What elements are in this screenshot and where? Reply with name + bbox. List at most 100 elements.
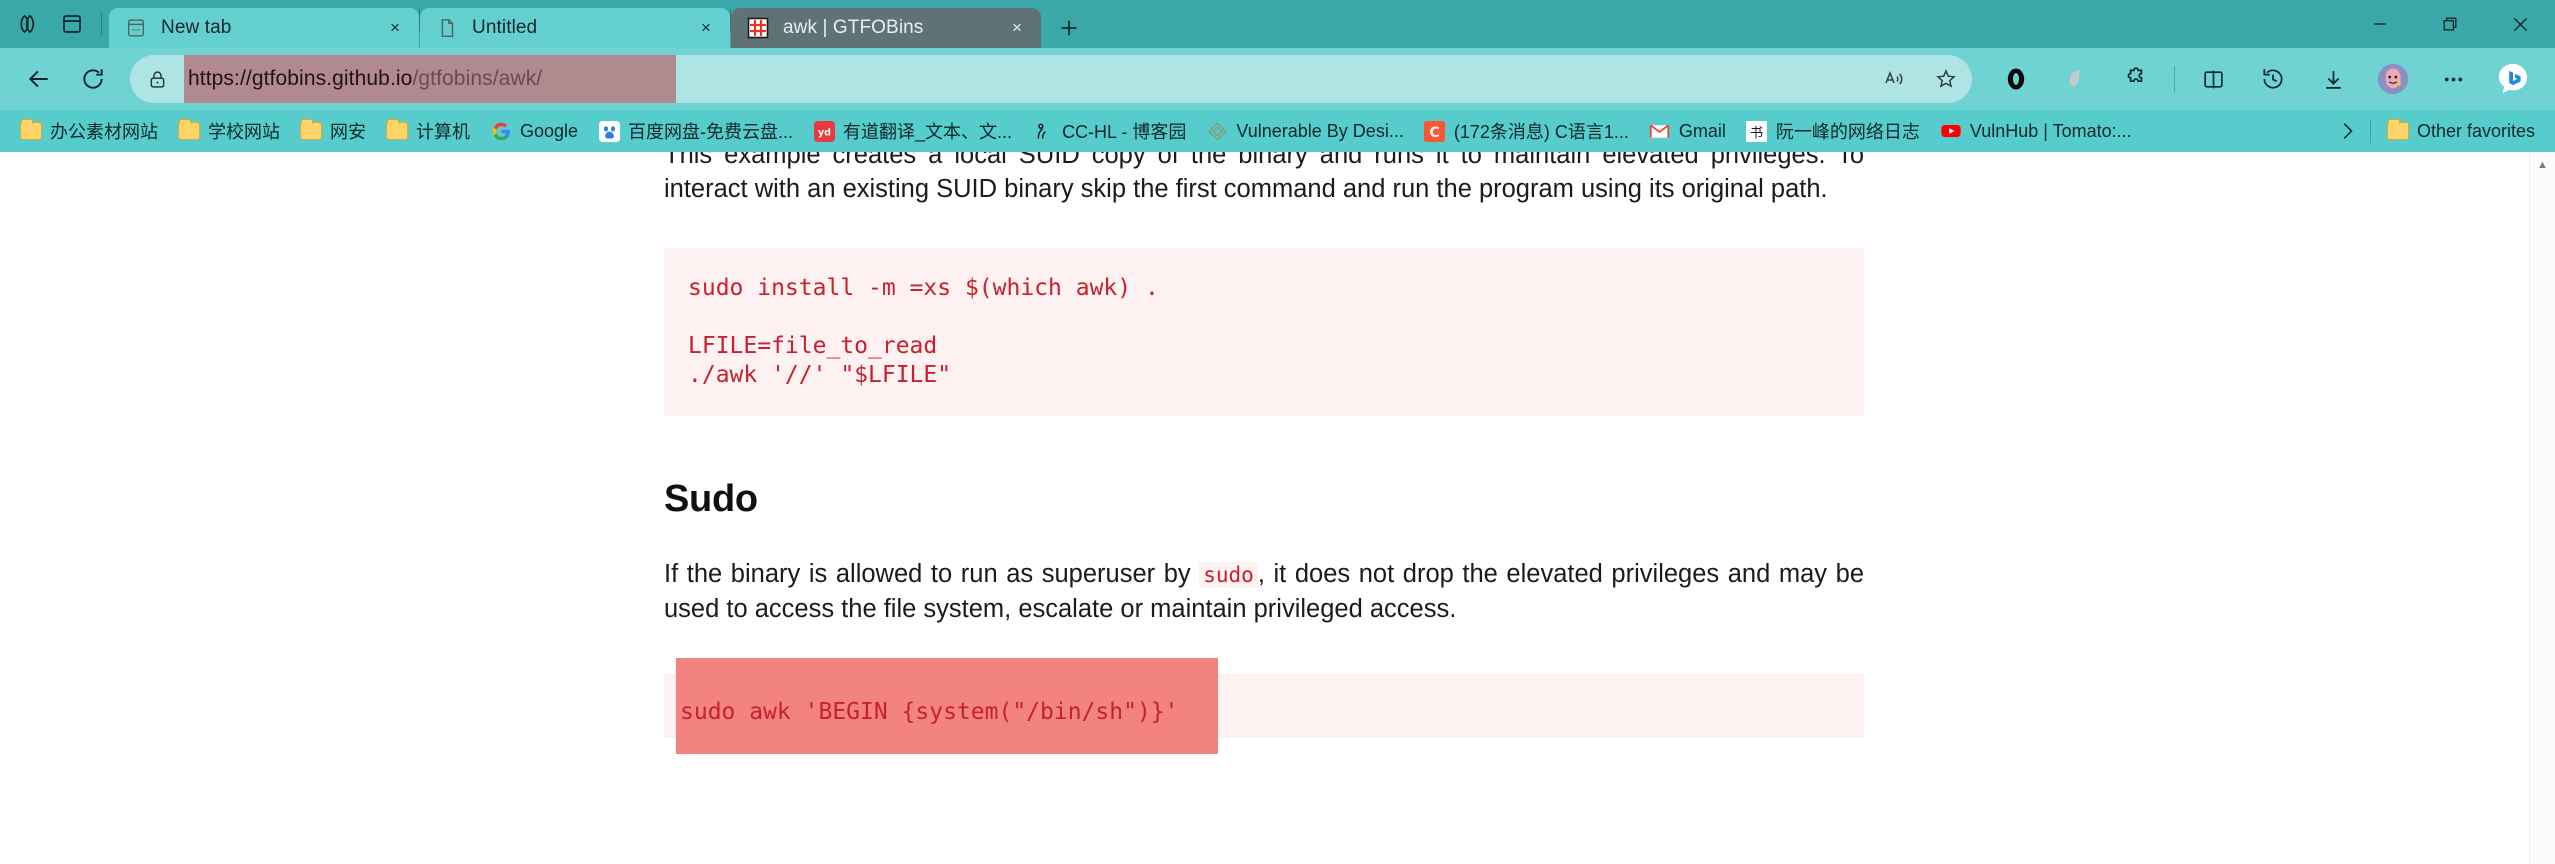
bookmarks-bar: 办公素材网站 学校网站 网安 计算机 Google 百度网盘-免费云盘... y… xyxy=(0,110,2555,152)
bookmark-label: 阮一峰的网络日志 xyxy=(1775,122,1920,142)
bookmark-label: Gmail xyxy=(1678,120,1726,141)
history-icon[interactable] xyxy=(2245,53,2301,105)
toolbar-divider xyxy=(2174,66,2175,92)
new-tab-button[interactable] xyxy=(1047,8,1091,48)
folder-icon xyxy=(386,119,408,142)
tab-collections-icon[interactable] xyxy=(10,5,50,43)
suid-paragraph: This example creates a local SUID copy o… xyxy=(664,152,1864,203)
google-icon xyxy=(490,120,512,142)
web-page-content: This example creates a local SUID copy o… xyxy=(0,152,2555,754)
split-screen-icon[interactable] xyxy=(2185,53,2241,105)
read-aloud-icon[interactable] xyxy=(1868,55,1920,103)
bookmark-item[interactable]: yd 有道翻译_文本、文... xyxy=(803,114,1022,148)
bookmark-label: 百度网盘-免费云盘... xyxy=(628,122,794,142)
url-domain: gtfobins.github.io xyxy=(251,67,413,90)
tab-title: awk | GTFOBins xyxy=(783,17,924,38)
sudo-heading: Sudo xyxy=(664,478,758,520)
tab-awk-gtfobins[interactable]: awk | GTFOBins × xyxy=(731,8,1041,48)
suid-code-block[interactable]: sudo install -m =xs $(which awk) . LFILE… xyxy=(664,248,1864,416)
csdn-icon: C xyxy=(1424,120,1446,142)
sudo-paragraph-text-1: If the binary is allowed to run as super… xyxy=(664,560,1200,588)
close-icon[interactable] xyxy=(2485,0,2555,48)
copilot-bing-icon[interactable] xyxy=(2485,53,2541,105)
baidu-pan-icon xyxy=(598,120,620,142)
tab-title: New tab xyxy=(161,17,232,38)
bookmark-label: 网安 xyxy=(330,122,366,142)
page-viewport: This example creates a local SUID copy o… xyxy=(0,152,2555,864)
bookmark-item[interactable]: Vulnerable By Desi... xyxy=(1196,114,1413,148)
bookmarks-divider xyxy=(2369,119,2371,143)
ruanyifeng-icon: 书 xyxy=(1746,120,1768,142)
bookmark-item[interactable]: 书 阮一峰的网络日志 xyxy=(1736,114,1930,148)
tab-new-tab[interactable]: New tab × xyxy=(109,8,419,48)
tab-untitled[interactable]: Untitled × xyxy=(420,8,730,48)
bookmark-item[interactable]: 计算机 xyxy=(376,114,480,148)
svg-text:yd: yd xyxy=(817,127,830,138)
minimize-icon[interactable] xyxy=(2345,0,2415,48)
folder-icon xyxy=(300,119,322,142)
gtfobins-hash-icon xyxy=(745,15,771,41)
svg-text:书: 书 xyxy=(1750,124,1763,140)
split-pane-icon[interactable] xyxy=(52,5,92,43)
bookmark-item[interactable]: 学校网站 xyxy=(168,114,290,148)
restore-icon[interactable] xyxy=(2415,0,2485,48)
bookmark-item[interactable]: 办公素材网站 xyxy=(10,114,168,148)
content-column: This example creates a local SUID copy o… xyxy=(664,152,1864,754)
downloads-icon[interactable] xyxy=(2305,53,2361,105)
bookmark-item[interactable]: 百度网盘-免费云盘... xyxy=(588,114,803,148)
address-bar[interactable]: https://gtfobins.github.io/gtfobins/awk/ xyxy=(130,55,1972,103)
bookmark-item[interactable]: Gmail xyxy=(1639,114,1736,148)
tabstrip-divider xyxy=(101,13,102,35)
lock-icon[interactable] xyxy=(130,55,184,103)
tab-strip: New tab × Untitled × awk | GTFOBins × xyxy=(0,0,2555,48)
vulnhub-diamond-icon xyxy=(1206,120,1228,142)
folder-icon xyxy=(20,119,42,142)
bookmark-item[interactable]: VulnHub | Tomato:... xyxy=(1930,114,2142,148)
sudo-code-block[interactable]: sudo awk 'BEGIN {system("/bin/sh")}' xyxy=(664,658,1864,754)
tab-strip-left-controls xyxy=(0,0,109,48)
bookmark-label: VulnHub | Tomato:... xyxy=(1969,120,2132,141)
address-bar-url[interactable]: https://gtfobins.github.io/gtfobins/awk/ xyxy=(184,55,676,103)
tab-close-icon[interactable]: × xyxy=(692,14,720,42)
inline-code-sudo: sudo xyxy=(1199,562,1258,588)
scrollbar-up-arrow[interactable]: ▲ xyxy=(2530,152,2555,178)
youdao-icon: yd xyxy=(813,120,835,142)
youtube-icon xyxy=(1940,120,1962,142)
reload-icon[interactable] xyxy=(68,54,118,104)
new-tab-page-icon xyxy=(123,15,149,41)
other-favorites-button[interactable]: Other favorites xyxy=(2377,114,2545,148)
sudo-paragraph: If the binary is allowed to run as super… xyxy=(664,557,1864,626)
tab-title: Untitled xyxy=(472,17,538,38)
other-favorites-label: Other favorites xyxy=(2416,120,2535,141)
tab-list: New tab × Untitled × awk | GTFOBins × xyxy=(109,0,1091,48)
more-options-icon[interactable] xyxy=(2425,53,2481,105)
opera-extension-icon[interactable] xyxy=(1988,53,2044,105)
leaf-extension-icon[interactable] xyxy=(2048,53,2104,105)
cnblogs-icon xyxy=(1032,120,1054,142)
bookmark-item[interactable]: Google xyxy=(480,114,588,148)
bookmark-label: 计算机 xyxy=(416,122,470,142)
profile-avatar[interactable] xyxy=(2365,53,2421,105)
tab-close-icon[interactable]: × xyxy=(1003,14,1031,42)
bookmark-item[interactable]: C (172条消息) C语言1... xyxy=(1414,114,1639,148)
gmail-icon xyxy=(1649,120,1671,142)
bookmark-label: CC-HL - 博客园 xyxy=(1062,122,1187,142)
svg-text:C: C xyxy=(1430,124,1440,140)
address-bar-actions xyxy=(1868,55,1972,103)
page-scrollbar[interactable]: ▲ xyxy=(2529,152,2555,864)
bookmark-item[interactable]: 网安 xyxy=(290,114,376,148)
bookmark-label: 办公素材网站 xyxy=(50,122,158,142)
window-controls xyxy=(2345,0,2555,48)
bookmark-item[interactable]: CC-HL - 博客园 xyxy=(1022,114,1196,148)
bookmark-label: (172条消息) C语言1... xyxy=(1453,122,1629,142)
bookmark-label: Google xyxy=(520,120,579,141)
extensions-puzzle-icon[interactable] xyxy=(2108,53,2164,105)
document-icon xyxy=(434,15,460,41)
back-arrow-icon[interactable] xyxy=(14,54,64,104)
favorite-star-icon[interactable] xyxy=(1920,55,1972,103)
bookmark-label: 学校网站 xyxy=(208,122,280,142)
bookmarks-overflow-chevron[interactable] xyxy=(2330,114,2364,148)
folder-icon xyxy=(178,119,200,142)
tab-close-icon[interactable]: × xyxy=(381,14,409,42)
navigation-toolbar: https://gtfobins.github.io/gtfobins/awk/ xyxy=(0,48,2555,110)
